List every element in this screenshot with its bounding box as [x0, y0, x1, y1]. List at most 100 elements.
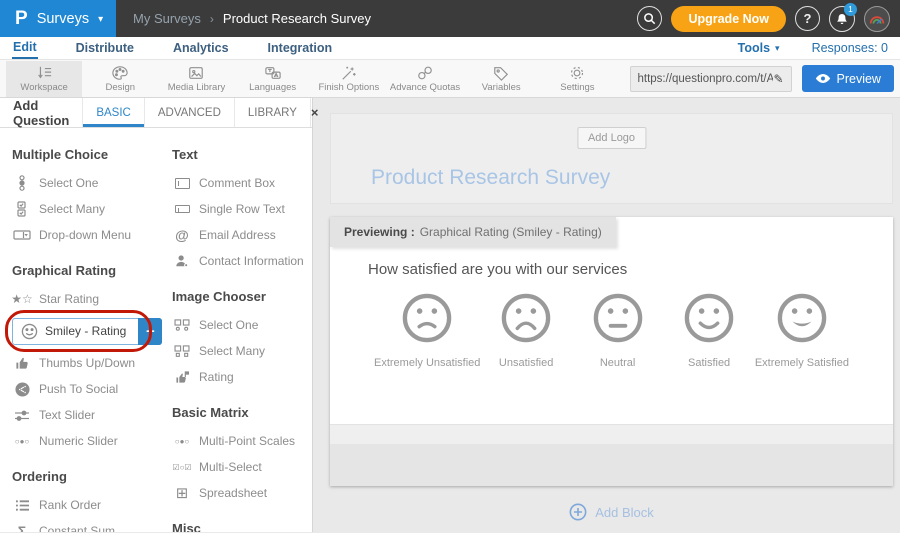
person-icon [172, 254, 192, 268]
tools-menu[interactable]: Tools ▾ [738, 41, 780, 55]
survey-url-field[interactable]: https://questionpro.com/t/A ✎ [630, 66, 792, 92]
tab-edit[interactable]: Edit [12, 38, 38, 59]
qtype-smiley-rating-row: Smiley - Rating + [12, 314, 172, 348]
qtype-label: Drop-down Menu [39, 228, 131, 242]
qtype-push-to-social[interactable]: Push To Social [12, 376, 172, 402]
rank-order-icon [12, 499, 32, 512]
add-question-button[interactable]: + [138, 318, 162, 345]
qtype-single-row-text[interactable]: Single Row Text [172, 196, 310, 222]
section-heading: Basic Matrix [172, 405, 310, 420]
qtype-constant-sum[interactable]: Σ Constant Sum [12, 518, 172, 532]
qtype-label: Select One [39, 176, 98, 190]
content-area: Add Question BASIC ADVANCED LIBRARY × Mu… [0, 98, 900, 532]
slider-icon [12, 409, 32, 422]
image-rating-icon [172, 370, 192, 384]
responses-count[interactable]: Responses: 0 [812, 41, 888, 55]
help-button[interactable]: ? [795, 6, 820, 31]
toolbar-media-library[interactable]: Media Library [158, 61, 234, 97]
toolbar-label: Advance Quotas [390, 82, 460, 93]
toolbar-variables[interactable]: Variables [463, 61, 539, 97]
toolbar-label: Settings [560, 82, 594, 93]
qtype-comment-box[interactable]: Comment Box [172, 170, 310, 196]
add-block-label: Add Block [595, 505, 654, 520]
add-block-button[interactable]: Add Block [330, 503, 893, 521]
qtype-select-many[interactable]: Select Many [12, 196, 172, 222]
qtype-image-select-many[interactable]: Select Many [172, 338, 310, 364]
toolbar-design[interactable]: Design [82, 61, 158, 97]
survey-title[interactable]: Product Research Survey [371, 166, 610, 190]
toolbar-finish-options[interactable]: Finish Options [311, 61, 387, 97]
tab-library[interactable]: LIBRARY [235, 98, 311, 127]
qtype-label: Multi-Point Scales [199, 434, 295, 448]
tag-icon [492, 65, 510, 81]
tab-integration[interactable]: Integration [267, 39, 334, 58]
brand-menu[interactable]: P Surveys ▾ [0, 0, 116, 37]
share-icon [12, 382, 32, 397]
qtype-thumbs-up-down[interactable]: Thumbs Up/Down [12, 350, 172, 376]
qtype-numeric-slider[interactable]: ○●○ Numeric Slider [12, 428, 172, 454]
magic-wand-icon [340, 65, 358, 81]
toolbar-settings[interactable]: Settings [539, 61, 615, 97]
toolbar-workspace[interactable]: Workspace [6, 61, 82, 97]
qtype-email-address[interactable]: @ Email Address [172, 222, 310, 248]
section-heading: Graphical Rating [12, 263, 172, 278]
survey-canvas: Add Logo Product Research Survey Preview… [313, 98, 900, 532]
tab-distribute[interactable]: Distribute [75, 39, 135, 58]
translate-icon [264, 65, 282, 81]
comment-box-icon [172, 178, 192, 189]
section-heading: Multiple Choice [12, 147, 172, 162]
question-text[interactable]: How satisfied are you with our services [368, 261, 893, 278]
qtype-smiley-rating[interactable]: Smiley - Rating + [12, 318, 162, 345]
at-sign-icon: @ [172, 227, 192, 243]
toolbar-label: Variables [482, 82, 521, 93]
avatar[interactable] [864, 6, 890, 32]
qtype-spreadsheet[interactable]: ⊞ Spreadsheet [172, 480, 310, 506]
smiley-option-unsatisfied[interactable]: Unsatisfied [480, 292, 571, 369]
single-row-text-icon [172, 205, 192, 213]
image-icon [187, 65, 205, 81]
tab-basic[interactable]: BASIC [83, 98, 145, 127]
qtype-rank-order[interactable]: Rank Order [12, 492, 172, 518]
search-button[interactable] [637, 6, 662, 31]
smiley-option-extremely-satisfied[interactable]: Extremely Satisfied [755, 292, 849, 369]
smiley-option-neutral[interactable]: Neutral [572, 292, 663, 369]
qtype-label: Email Address [199, 228, 276, 242]
qtype-star-rating[interactable]: ★☆ Star Rating [12, 286, 172, 312]
toolbar-label: Finish Options [318, 82, 379, 93]
smiley-option-extremely-unsatisfied[interactable]: Extremely Unsatisfied [374, 292, 480, 369]
question-mark-icon: ? [804, 11, 812, 26]
spreadsheet-icon: ⊞ [172, 484, 192, 502]
big-smile-icon [776, 292, 828, 344]
qtype-contact-information[interactable]: Contact Information [172, 248, 310, 274]
qtype-image-rating[interactable]: Rating [172, 364, 310, 390]
previewing-value: Graphical Rating (Smiley - Rating) [420, 225, 602, 239]
question-type-column-1: Multiple Choice Select One Select Many D… [12, 132, 172, 532]
smiley-option-satisfied[interactable]: Satisfied [663, 292, 754, 369]
notifications-button[interactable]: 1 [829, 6, 855, 32]
qtype-multi-select[interactable]: ☑○☑ Multi-Select [172, 454, 310, 480]
tools-label: Tools [738, 41, 770, 55]
edit-url-icon[interactable]: ✎ [773, 72, 783, 86]
qtype-dropdown-menu[interactable]: Drop-down Menu [12, 222, 172, 248]
survey-url-value: https://questionpro.com/t/A [638, 73, 774, 85]
smiley-label: Extremely Satisfied [755, 357, 849, 369]
qtype-multi-point-scales[interactable]: ○●○ Multi-Point Scales [172, 428, 310, 454]
qtype-label: Star Rating [39, 292, 99, 306]
add-logo-button[interactable]: Add Logo [577, 127, 646, 149]
preview-label: Preview [837, 72, 881, 86]
smiley-label: Unsatisfied [499, 357, 553, 369]
toolbar-label: Media Library [168, 82, 226, 93]
toolbar-languages[interactable]: Languages [235, 61, 311, 97]
tab-advanced[interactable]: ADVANCED [145, 98, 235, 127]
topbar-actions: Upgrade Now ? 1 [637, 6, 900, 32]
question-type-list: Multiple Choice Select One Select Many D… [0, 128, 312, 532]
toolbar-advance-quotas[interactable]: Advance Quotas [387, 61, 463, 97]
qtype-image-select-one[interactable]: Select One [172, 312, 310, 338]
qtype-text-slider[interactable]: Text Slider [12, 402, 172, 428]
upgrade-now-button[interactable]: Upgrade Now [671, 6, 786, 32]
qtype-select-one[interactable]: Select One [12, 170, 172, 196]
breadcrumb-parent[interactable]: My Surveys [133, 11, 201, 26]
tab-analytics[interactable]: Analytics [172, 39, 230, 58]
preview-button[interactable]: Preview [802, 65, 894, 92]
qtype-label: Thumbs Up/Down [39, 356, 135, 370]
